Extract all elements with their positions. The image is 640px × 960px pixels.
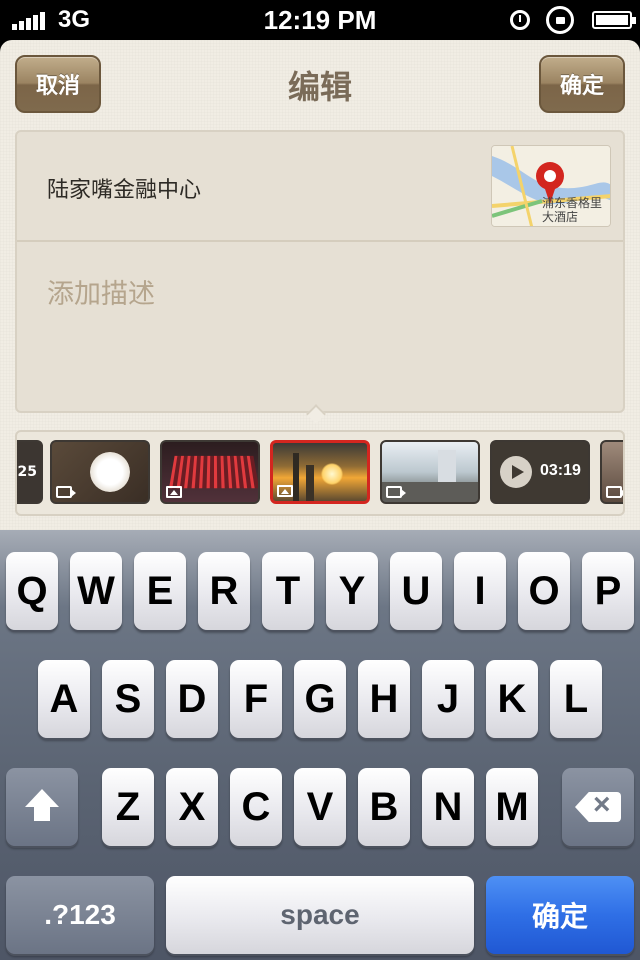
key-w[interactable]: W [70, 552, 122, 630]
video-icon [386, 486, 406, 498]
alarm-icon [510, 10, 530, 30]
key-c[interactable]: C [230, 768, 282, 846]
backspace-key[interactable] [562, 768, 634, 846]
key-i[interactable]: I [454, 552, 506, 630]
media-thumb[interactable] [600, 440, 623, 504]
numbers-mode-key[interactable]: .?123 [6, 876, 154, 954]
status-bar: 3G 12:19 PM [0, 0, 640, 40]
key-g[interactable]: G [294, 660, 346, 738]
video-icon [56, 486, 76, 498]
play-icon[interactable] [500, 456, 532, 488]
location-row[interactable]: 陆家嘴金融中心 浦东香格里 大酒店 [17, 132, 623, 242]
media-thumb[interactable]: 03:19 [490, 440, 590, 504]
tower-image [293, 453, 299, 501]
media-caption: 25 [17, 464, 37, 480]
key-u[interactable]: U [390, 552, 442, 630]
battery-icon [592, 11, 636, 29]
media-thumb[interactable] [50, 440, 150, 504]
media-strip[interactable]: 25 03:19 [15, 430, 625, 516]
key-a[interactable]: A [38, 660, 90, 738]
media-thumb[interactable] [380, 440, 480, 504]
key-x[interactable]: X [166, 768, 218, 846]
location-name: 陆家嘴金融中心 [47, 178, 202, 203]
key-t[interactable]: T [262, 552, 314, 630]
key-r[interactable]: R [198, 552, 250, 630]
video-duration: 03:19 [540, 462, 581, 479]
edit-card: 陆家嘴金融中心 浦东香格里 大酒店 添加描述 [15, 130, 625, 413]
description-input[interactable]: 添加描述 [47, 272, 155, 311]
rotation-lock-icon [546, 6, 574, 34]
media-thumb[interactable]: 25 [17, 440, 43, 504]
video-icon [606, 486, 623, 498]
space-key[interactable]: space [166, 876, 474, 954]
key-d[interactable]: D [166, 660, 218, 738]
shift-icon [23, 789, 61, 825]
media-thumb-selected[interactable] [270, 440, 370, 504]
key-m[interactable]: M [486, 768, 538, 846]
key-v[interactable]: V [294, 768, 346, 846]
pavilion-image [169, 455, 258, 489]
key-z[interactable]: Z [102, 768, 154, 846]
key-l[interactable]: L [550, 660, 602, 738]
confirm-button[interactable]: 确定 [539, 55, 625, 113]
key-b[interactable]: B [358, 768, 410, 846]
image-icon [166, 486, 182, 498]
key-k[interactable]: K [486, 660, 538, 738]
edit-screen: 取消 编辑 确定 陆家嘴金融中心 浦东香格里 大酒店 添加描述 25 03:19 [0, 40, 640, 530]
backspace-icon [575, 792, 621, 822]
key-f[interactable]: F [230, 660, 282, 738]
key-j[interactable]: J [422, 660, 474, 738]
shift-key[interactable] [6, 768, 78, 846]
key-n[interactable]: N [422, 768, 474, 846]
key-h[interactable]: H [358, 660, 410, 738]
key-p[interactable]: P [582, 552, 634, 630]
blossom-image [90, 452, 130, 492]
key-o[interactable]: O [518, 552, 570, 630]
key-q[interactable]: Q [6, 552, 58, 630]
return-key[interactable]: 确定 [486, 876, 634, 954]
status-time: 12:19 PM [263, 5, 377, 35]
tower-image [306, 465, 314, 501]
key-e[interactable]: E [134, 552, 186, 630]
key-s[interactable]: S [102, 660, 154, 738]
keyboard: Q W E R T Y U I O P A S D F G H J K L Z … [0, 530, 640, 960]
sun-image [321, 463, 343, 485]
map-place-label: 浦东香格里 大酒店 [542, 196, 603, 224]
map-thumbnail[interactable]: 浦东香格里 大酒店 [491, 145, 611, 227]
media-thumb[interactable] [160, 440, 260, 504]
image-icon [277, 485, 293, 497]
key-y[interactable]: Y [326, 552, 378, 630]
